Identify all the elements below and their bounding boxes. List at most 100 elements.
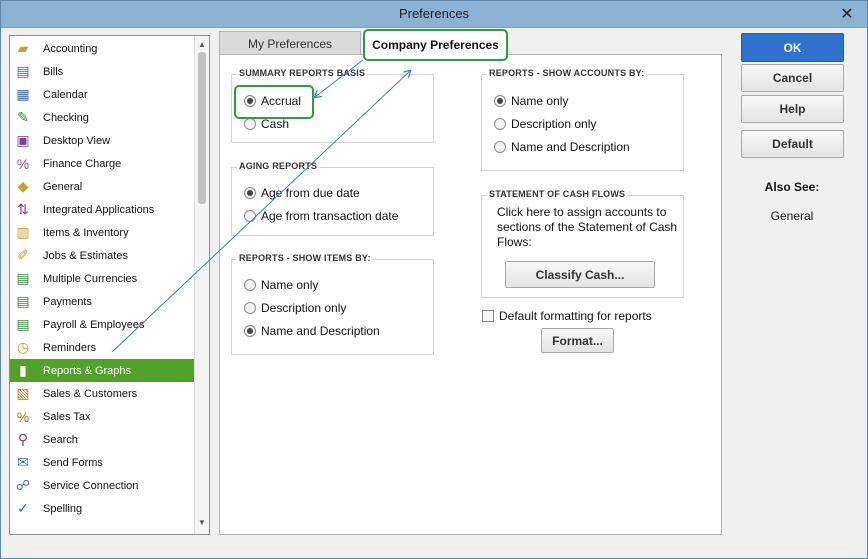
sidebar-item-sales-customers[interactable]: ▧ Sales & Customers xyxy=(10,382,196,405)
radio-button[interactable] xyxy=(244,302,256,314)
age-from-due-date-radio[interactable]: Age from due date xyxy=(244,186,360,200)
jobs-estimates-icon: ✐ xyxy=(17,247,29,263)
sidebar-item-label: Calendar xyxy=(43,88,88,101)
format-button[interactable]: Format... xyxy=(541,328,614,353)
sales-customers-icon: ▧ xyxy=(16,385,30,401)
service-connection-icon: ☍ xyxy=(15,477,31,493)
tab-my-preferences[interactable]: My Preferences xyxy=(219,31,361,55)
items-description-only-radio[interactable]: Description only xyxy=(244,301,346,315)
sidebar-item-label: Finance Charge xyxy=(43,157,122,170)
radio-button[interactable] xyxy=(244,210,256,222)
radio-button[interactable] xyxy=(244,325,256,337)
send-forms-icon: ✉ xyxy=(17,454,29,470)
radio-label: Age from transaction date xyxy=(261,209,399,223)
sidebar-item-payroll-employees[interactable]: ▤ Payroll & Employees xyxy=(10,313,196,336)
radio-button[interactable] xyxy=(494,95,506,107)
bills-icon: ▤ xyxy=(16,63,30,79)
radio-button[interactable] xyxy=(244,95,256,107)
sidebar-item-send-forms[interactable]: ✉ Send Forms xyxy=(10,451,196,474)
default-formatting-checkbox[interactable]: Default formatting for reports xyxy=(482,309,652,323)
accounts-name-only-radio[interactable]: Name only xyxy=(494,94,568,108)
sidebar-item-calendar[interactable]: ▦ Calendar xyxy=(10,83,196,106)
sidebar-item-integrated-applications[interactable]: ⇅ Integrated Applications xyxy=(10,198,196,221)
sidebar-item-payments[interactable]: ▤ Payments xyxy=(10,290,196,313)
sidebar-item-label: Checking xyxy=(43,111,89,124)
group-title: AGING REPORTS xyxy=(237,161,320,171)
sidebar-item-label: Items & Inventory xyxy=(43,226,129,239)
help-button[interactable]: Help xyxy=(741,95,844,123)
accounts-description-only-radio[interactable]: Description only xyxy=(494,117,596,131)
checkbox-label: Default formatting for reports xyxy=(499,309,652,323)
also-see-general-link[interactable]: General xyxy=(742,209,842,223)
scrollbar-thumb[interactable] xyxy=(198,52,206,204)
radio-label: Name and Description xyxy=(511,140,630,154)
radio-button[interactable] xyxy=(244,279,256,291)
radio-label: Name only xyxy=(261,278,319,292)
radio-label: Description only xyxy=(511,117,597,131)
spelling-icon: ✓ xyxy=(17,500,29,516)
cash-flows-instructions: Click here to assign accounts to section… xyxy=(497,205,678,249)
sidebar-item-label: Service Connection xyxy=(43,479,139,492)
payments-icon: ▤ xyxy=(16,293,30,309)
accounting-icon: ▰ xyxy=(17,40,29,56)
radio-label: Name only xyxy=(511,94,569,108)
sidebar-item-reminders[interactable]: ◷ Reminders xyxy=(10,336,196,359)
age-from-transaction-date-radio[interactable]: Age from transaction date xyxy=(244,209,398,223)
cash-radio[interactable]: Cash xyxy=(244,117,289,131)
sidebar-item-accounting[interactable]: ▰ Accounting xyxy=(10,37,196,60)
accounts-name-and-description-radio[interactable]: Name and Description xyxy=(494,140,630,154)
radio-button[interactable] xyxy=(494,141,506,153)
ok-button[interactable]: OK xyxy=(741,33,844,62)
radio-button[interactable] xyxy=(494,118,506,130)
classify-cash-button[interactable]: Classify Cash... xyxy=(505,261,655,288)
sidebar-item-general[interactable]: ◆ General xyxy=(10,175,196,198)
tab-company-preferences[interactable]: Company Preferences xyxy=(363,29,508,61)
sidebar-item-label: Payroll & Employees xyxy=(43,318,145,331)
sidebar-item-reports-graphs[interactable]: ▮ Reports & Graphs xyxy=(10,359,196,382)
radio-button[interactable] xyxy=(244,118,256,130)
aging-reports-group: AGING REPORTS xyxy=(231,161,434,236)
items-name-only-radio[interactable]: Name only xyxy=(244,278,318,292)
radio-label: Age from due date xyxy=(261,186,360,200)
payroll-employees-icon: ▤ xyxy=(16,316,30,332)
sidebar-item-desktop-view[interactable]: ▣ Desktop View xyxy=(10,129,196,152)
radio-button[interactable] xyxy=(244,187,256,199)
sidebar-item-finance-charge[interactable]: % Finance Charge xyxy=(10,152,196,175)
reminders-icon: ◷ xyxy=(16,339,30,355)
sidebar-item-jobs-estimates[interactable]: ✐ Jobs & Estimates xyxy=(10,244,196,267)
sidebar-item-search[interactable]: ⚲ Search xyxy=(10,428,196,451)
sidebar-item-checking[interactable]: ✎ Checking xyxy=(10,106,196,129)
reports-graphs-icon: ▮ xyxy=(19,362,27,378)
checking-icon: ✎ xyxy=(17,109,29,125)
sidebar-item-label: Jobs & Estimates xyxy=(43,249,128,262)
preferences-category-list[interactable]: ▰ Accounting ▤ Bills ▦ Calendar ✎ Checking ▣ Desk… xyxy=(9,35,210,535)
sidebar-item-sales-tax[interactable]: % Sales Tax xyxy=(10,405,196,428)
radio-label: Accrual xyxy=(261,94,302,108)
sidebar-item-spelling[interactable]: ✓ Spelling xyxy=(10,497,196,520)
also-see-title: Also See: xyxy=(764,180,820,194)
desktop-view-icon: ▣ xyxy=(16,132,30,148)
search-icon: ⚲ xyxy=(17,431,29,447)
sidebar-item-label: Reports & Graphs xyxy=(43,364,132,377)
scroll-up-arrow-icon[interactable]: ▲ xyxy=(195,38,209,52)
group-title: SUMMARY REPORTS BASIS xyxy=(237,68,368,78)
sidebar-item-multiple-currencies[interactable]: ▤ Multiple Currencies xyxy=(10,267,196,290)
scroll-down-arrow-icon[interactable]: ▼ xyxy=(195,516,209,530)
cancel-button[interactable]: Cancel xyxy=(741,64,844,92)
sidebar-item-bills[interactable]: ▤ Bills xyxy=(10,60,196,83)
close-icon[interactable]: ✕ xyxy=(839,4,855,24)
group-title: REPORTS - SHOW ITEMS BY: xyxy=(237,253,373,263)
sidebar-item-items-inventory[interactable]: ▥ Items & Inventory xyxy=(10,221,196,244)
sidebar-scrollbar[interactable]: ▲ ▼ xyxy=(194,36,209,534)
summary-reports-basis-group: SUMMARY REPORTS BASIS xyxy=(231,68,434,143)
group-title: STATEMENT OF CASH FLOWS xyxy=(487,189,628,199)
sidebar-item-label: Accounting xyxy=(43,42,98,55)
sidebar-item-label: General xyxy=(43,180,83,193)
accrual-radio[interactable]: Accrual xyxy=(244,94,301,108)
checkbox[interactable] xyxy=(482,310,494,322)
items-name-and-description-radio[interactable]: Name and Description xyxy=(244,324,380,338)
default-button[interactable]: Default xyxy=(741,130,844,158)
sidebar-item-label: Spelling xyxy=(43,502,83,515)
sidebar-item-service-connection[interactable]: ☍ Service Connection xyxy=(10,474,196,497)
calendar-icon: ▦ xyxy=(16,86,30,102)
